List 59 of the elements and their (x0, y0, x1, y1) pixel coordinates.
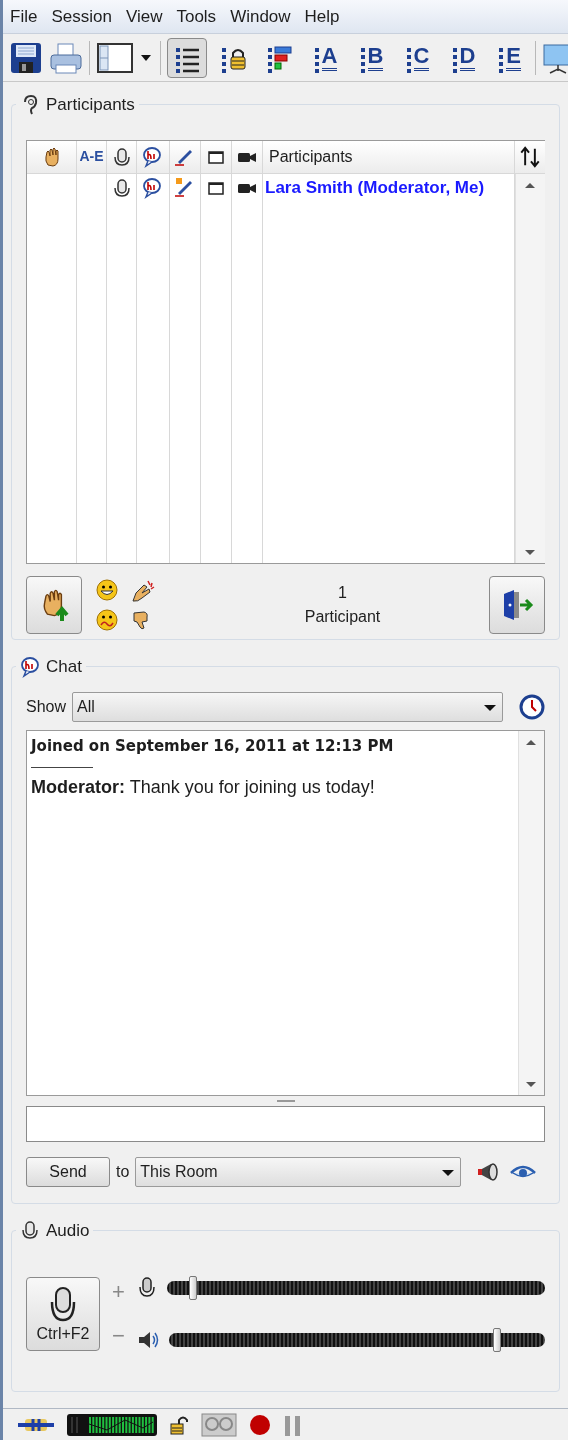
unlocked-padlock-icon[interactable] (169, 1414, 189, 1435)
view-button[interactable]: C (397, 37, 437, 78)
print-icon[interactable] (49, 40, 83, 75)
view-button[interactable]: A (305, 37, 345, 78)
microphone-icon (136, 1276, 157, 1299)
record-icon[interactable] (249, 1413, 271, 1436)
microphone-icon (49, 1285, 77, 1324)
microphone-icon (111, 177, 132, 198)
menu-item[interactable]: Tools (176, 3, 217, 30)
splitter-handle-icon[interactable] (276, 1098, 295, 1103)
microphone-icon (111, 146, 132, 167)
menu-item[interactable]: File (10, 3, 38, 30)
show-label: Show (26, 696, 67, 717)
filter-dropdown[interactable]: All (72, 691, 503, 722)
panel-title: Chat (46, 656, 82, 678)
recipient-dropdown[interactable]: This Room (135, 1156, 462, 1187)
send-button[interactable]: Send (26, 1156, 110, 1187)
slider-thumb[interactable] (189, 1275, 198, 1300)
scrollbar[interactable] (515, 173, 545, 563)
leave-button[interactable] (489, 575, 545, 634)
menu-item[interactable]: View (125, 3, 163, 30)
participant-name[interactable]: Lara Smith (Moderator, Me) (265, 174, 485, 201)
layout-dropdown-icon[interactable] (96, 40, 154, 75)
tape-recorder-icon[interactable] (201, 1412, 237, 1437)
slider-track[interactable] (166, 1275, 545, 1300)
save-icon[interactable] (9, 40, 43, 75)
menu-item[interactable]: Session (51, 3, 112, 30)
chat-icon (142, 176, 164, 199)
clock-icon[interactable] (519, 693, 545, 720)
join-notice: Joined on September 16, 2011 at 12:13 PM (31, 735, 394, 757)
panel-title: Participants (46, 94, 135, 116)
view-button[interactable] (167, 37, 207, 78)
slider-track[interactable] (168, 1327, 545, 1352)
message-input[interactable] (26, 1105, 545, 1142)
sort-icon[interactable] (515, 140, 545, 174)
increase-sign: + (112, 1280, 125, 1303)
to-label: to (116, 1161, 130, 1182)
column-label: A-E (79, 147, 104, 166)
view-button[interactable]: E (489, 37, 529, 78)
chat-icon (20, 655, 40, 678)
panel-title: Audio (46, 1220, 90, 1242)
participant-count: 1 (338, 582, 347, 603)
frowning-face-icon[interactable] (96, 608, 118, 631)
column-label: Participants (269, 146, 353, 167)
talk-button[interactable]: Ctrl+F2 (26, 1276, 100, 1351)
smiley-icon[interactable] (96, 578, 118, 601)
clapping-icon[interactable] (130, 578, 156, 603)
view-button[interactable]: D (443, 37, 483, 78)
view-button[interactable]: B (351, 37, 391, 78)
menu-item[interactable]: Window (230, 3, 291, 30)
menu-item[interactable]: Help (304, 3, 340, 30)
raise-hand-button[interactable] (26, 575, 82, 634)
chat-message: Moderator: Thank you for joining us today! (31, 776, 376, 799)
chat-icon (142, 145, 164, 168)
scrollbar[interactable] (518, 730, 544, 1095)
slider-thumb[interactable] (492, 1327, 501, 1352)
participant-count-label: Participant (304, 606, 381, 627)
decrease-sign: − (112, 1324, 125, 1347)
microphone-icon (20, 1219, 40, 1242)
